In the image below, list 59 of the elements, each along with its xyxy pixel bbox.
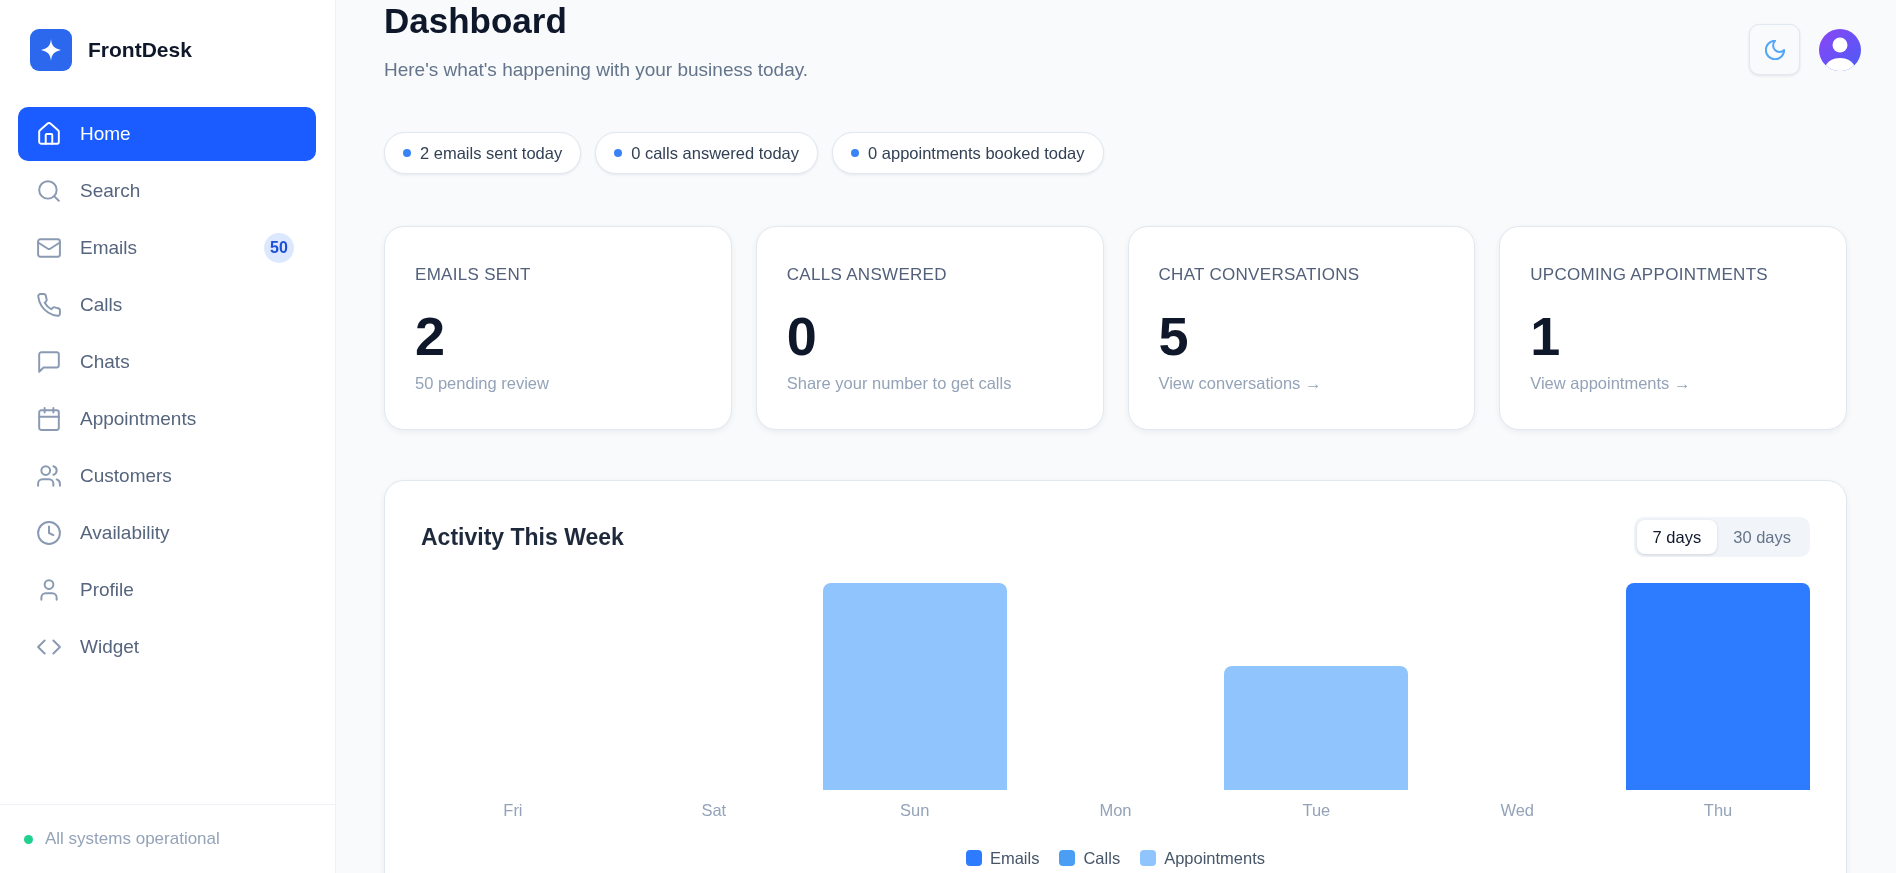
sidebar-item[interactable]: Profile [18, 563, 316, 617]
home-icon [37, 122, 61, 146]
stat-label: CHAT CONVERSATIONS [1158, 264, 1361, 286]
phone-icon [37, 293, 61, 317]
summary-text: 0 appointments booked today [868, 143, 1085, 163]
sidebar-item[interactable]: Emails 50 [18, 221, 316, 275]
sidebar-item[interactable]: Search [18, 164, 316, 218]
stat-note: View appointments → [1530, 373, 1692, 393]
stat-note: View conversations → [1158, 373, 1323, 393]
stat-value: 5 [1158, 305, 1190, 367]
day-label: Thu [1702, 800, 1734, 820]
sidebar-item[interactable]: Calls [18, 278, 316, 332]
sidebar-item[interactable]: Widget [18, 620, 316, 674]
users-icon [37, 464, 61, 488]
day-label: Fri [502, 800, 524, 820]
stat-label: CALLS ANSWERED [786, 264, 948, 286]
day-label: Tue [1301, 800, 1332, 820]
sidebar-item[interactable]: Availability [18, 506, 316, 560]
page-title: Dashboard [384, 0, 568, 42]
day-label: Sun [898, 800, 931, 820]
brand-name: FrontDesk [88, 38, 192, 62]
search-icon [37, 179, 61, 203]
stat-value: 1 [1530, 305, 1562, 367]
dot-icon [851, 149, 860, 157]
chart-title: Activity This Week [421, 523, 624, 551]
stat-value: 2 [415, 305, 447, 367]
sidebar-item[interactable]: Home [18, 107, 316, 161]
range-tab[interactable]: 30 days [1717, 520, 1807, 554]
legend-label: Calls [1083, 848, 1121, 868]
clock-icon [37, 521, 61, 545]
dot-icon [403, 149, 411, 157]
summary-text: 0 calls answered today [631, 143, 800, 163]
summary-text: 2 emails sent today [420, 143, 563, 163]
sparkle-logo-icon [30, 29, 72, 71]
moon-icon [1764, 39, 1785, 60]
page-subtitle: Here's what's happening with your business today. [384, 58, 809, 82]
avatar-icon[interactable] [1819, 28, 1861, 71]
status-text: All systems operational [45, 829, 220, 849]
stat-note: Share your number to get calls [786, 373, 1013, 393]
day-label: Wed [1499, 800, 1536, 820]
stat-label: EMAILS SENT [415, 264, 532, 286]
day-label: Sat [700, 800, 728, 820]
stat-value: 0 [786, 305, 818, 367]
sidebar-item[interactable]: Chats [18, 335, 316, 389]
user-icon [37, 578, 61, 602]
theme-toggle-button[interactable] [1749, 24, 1800, 75]
sidebar-item[interactable]: Customers [18, 449, 316, 503]
legend-label: Appointments [1164, 848, 1266, 868]
chat-bubble-icon [37, 350, 61, 374]
calendar-icon [37, 407, 61, 431]
day-label: Mon [1098, 800, 1133, 820]
dot-icon [614, 149, 623, 157]
stat-note: 50 pending review [415, 373, 550, 393]
stat-label: UPCOMING APPOINTMENTS [1530, 264, 1769, 286]
range-tab[interactable]: 7 days [1636, 520, 1718, 554]
sidebar-item[interactable]: Appointments [18, 392, 316, 446]
legend-label: Emails [989, 848, 1040, 868]
mail-icon [37, 236, 61, 260]
count-badge: 50 [264, 233, 294, 263]
